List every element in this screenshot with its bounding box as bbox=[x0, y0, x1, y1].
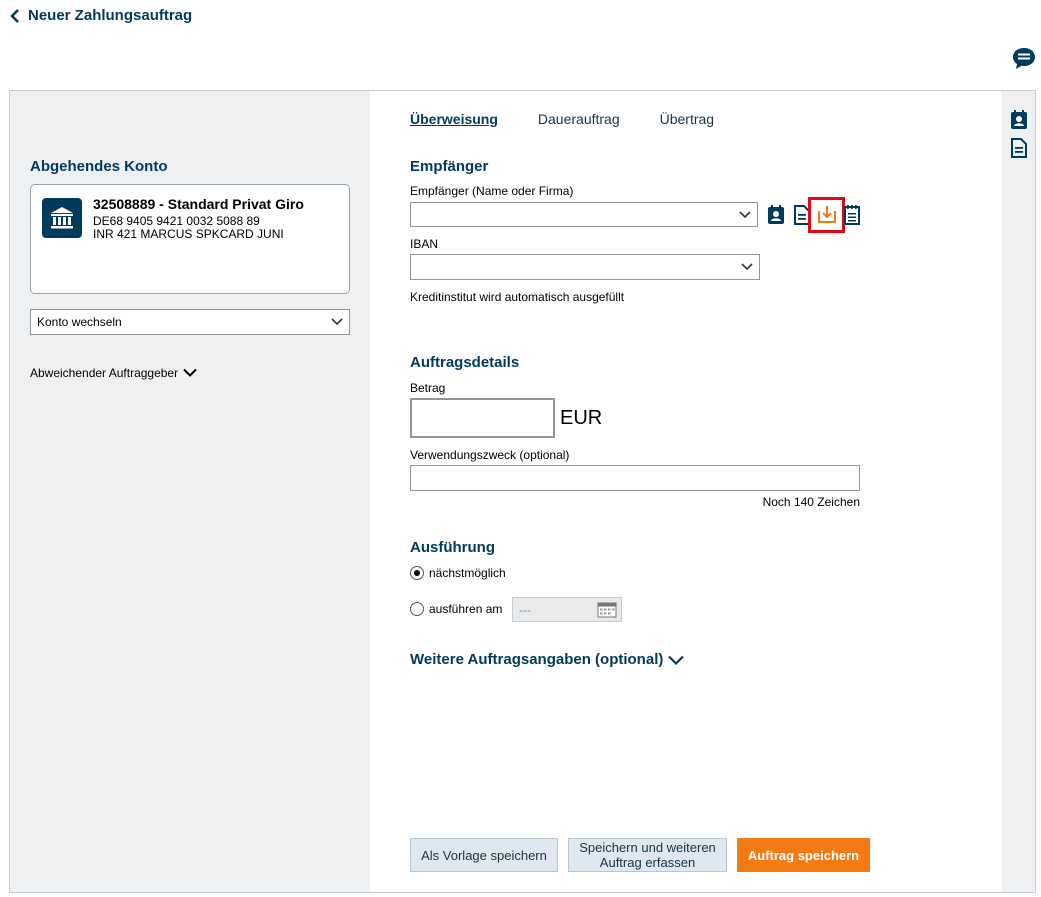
save-template-button[interactable]: Als Vorlage speichern bbox=[410, 838, 558, 872]
more-details-label: Weitere Auftragsangaben (optional) bbox=[410, 651, 664, 668]
other-originator-toggle[interactable]: Abweichender Auftraggeber bbox=[30, 366, 197, 380]
save-and-new-label-line1: Speichern und weiteren bbox=[579, 840, 716, 855]
chevron-down-icon bbox=[183, 368, 197, 377]
recipient-name-field[interactable] bbox=[410, 202, 758, 227]
other-originator-label: Abweichender Auftraggeber bbox=[30, 366, 179, 380]
execution-date-value: --- bbox=[519, 602, 531, 617]
iban-field[interactable] bbox=[410, 254, 760, 280]
outgoing-account-panel: Abgehendes Konto 32508889 - Standard Pri… bbox=[10, 91, 370, 892]
main-form-panel: Überweisung Dauerauftrag Übertrag Empfän… bbox=[370, 91, 1002, 892]
switch-account-select[interactable]: Konto wechseln bbox=[30, 309, 350, 335]
account-name: 32508889 - Standard Privat Giro bbox=[93, 196, 304, 212]
radio-next-possible-label: nächstmöglich bbox=[429, 566, 506, 580]
amount-input[interactable] bbox=[410, 398, 555, 438]
address-book-icon[interactable] bbox=[766, 205, 786, 225]
notepad-icon[interactable] bbox=[842, 205, 862, 225]
right-rail bbox=[1002, 91, 1035, 892]
back-link[interactable]: Neuer Zahlungsauftrag bbox=[10, 7, 192, 24]
execution-date-input[interactable]: --- bbox=[512, 597, 622, 622]
page-title: Neuer Zahlungsauftrag bbox=[28, 7, 193, 24]
purpose-input[interactable] bbox=[410, 465, 860, 491]
tab-uebertrag[interactable]: Übertrag bbox=[660, 111, 714, 127]
currency-label: EUR bbox=[560, 407, 603, 429]
order-details-title: Auftragsdetails bbox=[410, 354, 520, 371]
payment-form-frame: Abgehendes Konto 32508889 - Standard Pri… bbox=[9, 90, 1036, 893]
outgoing-account-title: Abgehendes Konto bbox=[30, 158, 168, 175]
chevron-down-icon bbox=[741, 263, 753, 271]
chevron-left-icon bbox=[10, 8, 19, 23]
recipient-name-label: Empfänger (Name oder Firma) bbox=[410, 184, 574, 198]
bank-icon bbox=[42, 198, 82, 238]
chevron-down-icon bbox=[331, 318, 343, 326]
iban-label: IBAN bbox=[410, 237, 439, 251]
radio-execute-on-label: ausführen am bbox=[429, 602, 503, 616]
save-and-new-label-line2: Auftrag erfassen bbox=[599, 855, 696, 870]
radio-next-possible[interactable] bbox=[410, 566, 424, 580]
bank-hint: Kreditinstitut wird automatisch ausgefül… bbox=[410, 290, 625, 304]
save-order-label: Auftrag speichern bbox=[747, 847, 860, 863]
tab-dauerauftrag[interactable]: Dauerauftrag bbox=[538, 111, 620, 127]
execution-title: Ausführung bbox=[410, 539, 495, 556]
chars-left: Noch 140 Zeichen bbox=[762, 495, 860, 509]
save-order-button[interactable]: Auftrag speichern bbox=[737, 838, 870, 872]
payment-type-tabs: Überweisung Dauerauftrag Übertrag bbox=[410, 111, 714, 127]
account-iban: DE68 9405 9421 0032 5088 89 bbox=[93, 214, 260, 228]
calendar-icon[interactable] bbox=[597, 601, 617, 618]
import-highlight-box bbox=[808, 197, 845, 233]
save-and-new-button[interactable]: Speichern und weiteren Auftrag erfassen bbox=[568, 838, 727, 872]
recipient-title: Empfänger bbox=[410, 158, 489, 175]
template-document-icon[interactable] bbox=[1010, 138, 1028, 158]
chevron-down-icon bbox=[739, 210, 751, 218]
amount-label: Betrag bbox=[410, 381, 446, 395]
account-description: INR 421 MARCUS SPKCARD JUNI bbox=[93, 227, 284, 241]
chat-icon[interactable] bbox=[1012, 47, 1036, 71]
account-card: 32508889 - Standard Privat Giro DE68 940… bbox=[30, 184, 350, 294]
switch-account-label: Konto wechseln bbox=[37, 315, 122, 329]
address-book-icon[interactable] bbox=[1010, 110, 1028, 130]
save-template-label: Als Vorlage speichern bbox=[421, 847, 547, 863]
radio-execute-on[interactable] bbox=[410, 602, 424, 616]
more-details-toggle[interactable]: Weitere Auftragsangaben (optional) bbox=[410, 651, 685, 668]
tab-ueberweisung[interactable]: Überweisung bbox=[410, 111, 498, 127]
chevron-down-icon bbox=[668, 655, 685, 665]
purpose-label: Verwendungszweck (optional) bbox=[410, 448, 570, 462]
